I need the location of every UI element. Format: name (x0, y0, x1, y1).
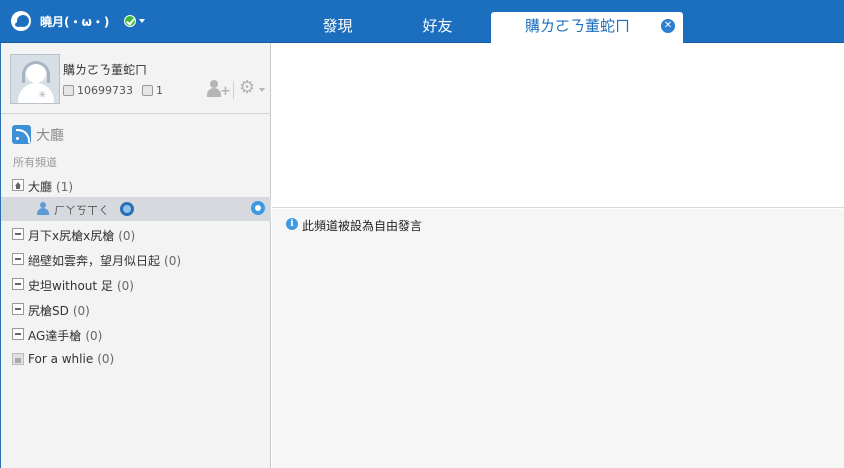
avatar[interactable]: ✳ (10, 54, 60, 104)
profile-nickname: 購ㄌㄛㄋ董蛇ㄇ (63, 63, 148, 77)
member-name: ㄏㄚㄎㄒㄑ (54, 204, 109, 217)
channel-count: (0) (72, 304, 90, 318)
home-icon (12, 179, 24, 191)
location-icon[interactable] (251, 201, 265, 215)
collapse-icon[interactable] (12, 303, 24, 315)
channel-notice: 此頻道被設為自由發言 (302, 219, 423, 233)
channel-name: 絕壁如雲奔，望月似日起 (28, 254, 161, 268)
channel-count: (0) (118, 229, 136, 243)
status-dropdown-icon[interactable] (139, 19, 145, 23)
chat-area[interactable]: i 此頻道被設為自由發言 (272, 209, 844, 468)
member-row[interactable]: ㄏㄚㄎㄒㄑ (1, 197, 271, 221)
app-logo-icon[interactable] (11, 11, 31, 31)
username[interactable]: 曉月(・ω・) (40, 13, 109, 30)
rss-icon (12, 125, 31, 144)
tab-channel-label: 購ㄌㄛㄋ董蛇ㄇ (525, 17, 631, 35)
lobby-title: 大廳 (36, 128, 64, 144)
channel-name: 大廳 (28, 180, 53, 194)
channel-count: (0) (164, 254, 182, 268)
info-icon: i (286, 218, 298, 230)
collapse-icon[interactable] (12, 228, 24, 240)
close-icon[interactable]: ✕ (661, 19, 675, 33)
channel-name: 月下x尻槍x尻槍 (28, 229, 115, 243)
tab-channel[interactable]: 購ㄌㄛㄋ董蛇ㄇ ✕ (491, 12, 683, 43)
channel-name: 尻槍SD (28, 304, 69, 318)
user-icon (37, 202, 49, 215)
chevron-down-icon[interactable] (259, 88, 265, 92)
snowflake-icon: ✳ (38, 90, 47, 101)
channel-name: 史坦without 足 (28, 279, 113, 293)
person-card-icon (142, 85, 153, 96)
profile-panel: ✳ 購ㄌㄛㄋ董蛇ㄇ 10699733 1 + ⚙ (1, 43, 271, 114)
channel-count: (1) (56, 180, 74, 194)
user-count: 1 (156, 84, 163, 97)
divider (233, 81, 234, 99)
top-bar: 曉月(・ω・) 發現 好友 購ㄌㄛㄋ董蛇ㄇ ✕ (0, 0, 844, 43)
headset-icon (120, 202, 134, 216)
collapse-icon[interactable] (12, 328, 24, 340)
add-user-icon[interactable]: + (207, 80, 231, 98)
channel-name: For a whlie (28, 352, 94, 366)
gear-icon[interactable]: ⚙ (239, 77, 255, 98)
lock-icon (12, 353, 24, 365)
all-channels-label: 所有頻道 (13, 156, 57, 169)
tab-discover[interactable]: 發現 (290, 12, 385, 43)
id-card-icon (63, 85, 74, 96)
headphones-icon (22, 61, 50, 83)
main-panel: i 此頻道被設為自由發言 (272, 43, 844, 468)
channel-name: AG達手槍 (28, 329, 82, 343)
tab-friends[interactable]: 好友 (390, 12, 485, 43)
collapse-icon[interactable] (12, 253, 24, 265)
channel-info-area (272, 43, 844, 208)
channel-count: (0) (116, 279, 134, 293)
sidebar: ✳ 購ㄌㄛㄋ董蛇ㄇ 10699733 1 + ⚙ 大廳 所有頻道 大廳 (1) ㄏ… (0, 43, 271, 468)
collapse-icon[interactable] (12, 278, 24, 290)
user-id: 10699733 (77, 84, 133, 97)
channel-count: (0) (85, 329, 103, 343)
channel-count: (0) (97, 352, 115, 366)
online-status-icon[interactable] (124, 15, 136, 27)
